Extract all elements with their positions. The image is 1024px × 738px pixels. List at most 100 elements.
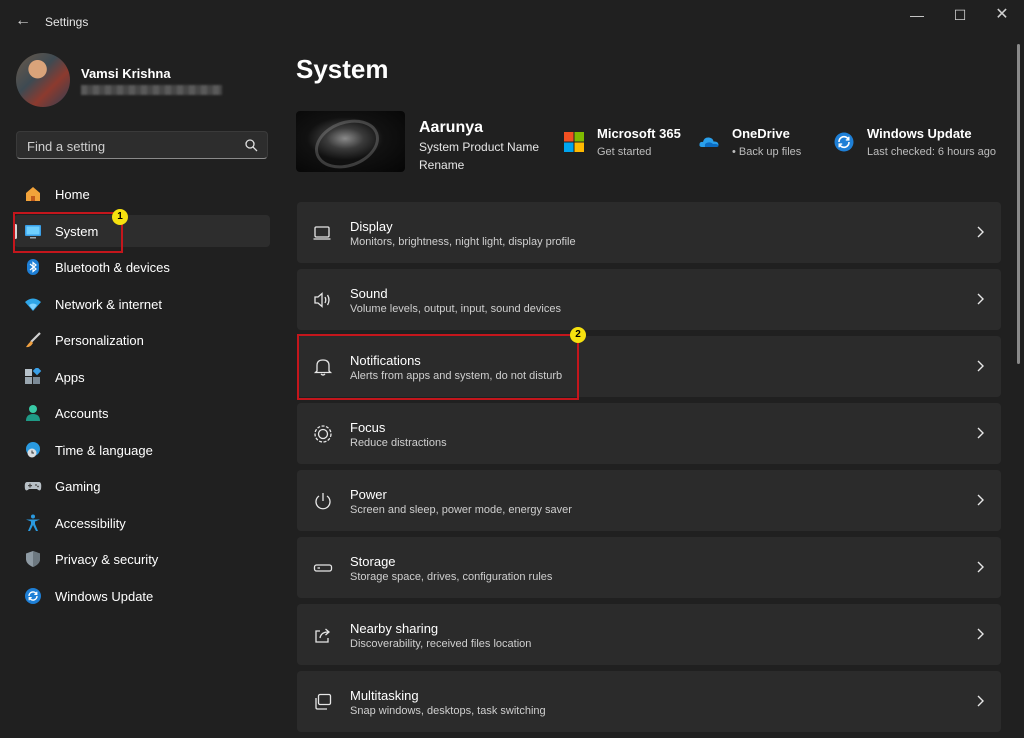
person-icon xyxy=(26,405,40,421)
card-title: Power xyxy=(350,487,387,502)
home-icon xyxy=(26,187,40,201)
settings-card-focus[interactable]: Focus Reduce distractions xyxy=(297,403,1001,464)
search-box[interactable] xyxy=(16,131,268,159)
sidebar-item-apps[interactable]: Apps xyxy=(14,361,270,393)
search-input[interactable] xyxy=(25,135,239,157)
card-title: Focus xyxy=(350,420,386,435)
step-badge-2: 2 xyxy=(570,327,586,343)
sidebar-item-label: Personalization xyxy=(55,333,144,348)
scrollbar[interactable] xyxy=(1017,44,1020,364)
card-title: Storage xyxy=(350,554,396,569)
card-subtitle: Discoverability, received files location xyxy=(350,638,532,650)
sidebar-item-privacy[interactable]: Privacy & security xyxy=(14,543,270,575)
quick-link-subtitle: Last checked: 6 hours ago xyxy=(867,146,997,158)
wifi-icon xyxy=(25,298,41,311)
device-name: Aarunya xyxy=(419,119,484,136)
card-title: Sound xyxy=(350,286,388,301)
back-button[interactable]: ← xyxy=(12,10,34,32)
accessibility-icon xyxy=(26,514,40,531)
card-subtitle: Volume levels, output, input, sound devi… xyxy=(350,303,561,315)
multitasking-icon xyxy=(315,693,332,710)
quick-link-title: Windows Update xyxy=(867,126,972,141)
onedrive-icon xyxy=(699,137,719,147)
sidebar-item-label: Network & internet xyxy=(55,296,162,312)
quick-link-subtitle: Get started xyxy=(597,146,652,158)
gamepad-icon xyxy=(24,482,42,491)
highlight-box-system xyxy=(13,212,123,253)
settings-card-nearby-sharing[interactable]: Nearby sharing Discoverability, received… xyxy=(297,604,1001,665)
globe-clock-icon xyxy=(26,441,40,457)
card-subtitle: Screen and sleep, power mode, energy sav… xyxy=(350,504,572,516)
sidebar-item-label: Windows Update xyxy=(55,588,154,604)
quick-link-onedrive[interactable]: OneDrive • Back up files xyxy=(698,126,813,162)
maximize-button[interactable]: ☐ xyxy=(940,4,980,26)
settings-list: Display Monitors, brightness, night ligh… xyxy=(297,202,1001,738)
chevron-right-icon xyxy=(977,360,984,372)
chevron-right-icon xyxy=(977,695,984,707)
shield-icon xyxy=(26,551,40,567)
sidebar-item-home[interactable]: Home xyxy=(14,178,270,210)
card-title: Nearby sharing xyxy=(350,621,439,636)
share-icon xyxy=(315,628,330,643)
bluetooth-icon xyxy=(27,259,39,275)
card-subtitle: Snap windows, desktops, task switching xyxy=(350,705,546,717)
quick-link-microsoft-365[interactable]: Microsoft 365 Get started xyxy=(563,126,688,162)
card-subtitle: Monitors, brightness, night light, displ… xyxy=(350,236,576,248)
sidebar-item-windows-update[interactable]: Windows Update xyxy=(14,580,270,612)
settings-card-power[interactable]: Power Screen and sleep, power mode, ener… xyxy=(297,470,1001,531)
sidebar-item-network[interactable]: Network & internet xyxy=(14,288,270,320)
sidebar-item-personalization[interactable]: Personalization xyxy=(14,324,270,356)
sidebar-item-gaming[interactable]: Gaming xyxy=(14,470,270,502)
sidebar-item-label: Bluetooth & devices xyxy=(55,260,170,275)
user-email-redacted xyxy=(81,85,222,95)
power-icon xyxy=(315,493,331,510)
windows-update-icon xyxy=(834,132,854,152)
speaker-icon xyxy=(314,292,330,308)
quick-link-windows-update[interactable]: Windows Update Last checked: 6 hours ago xyxy=(833,126,1003,162)
settings-card-display[interactable]: Display Monitors, brightness, night ligh… xyxy=(297,202,1001,263)
quick-link-subtitle: • Back up files xyxy=(732,146,802,158)
focus-icon xyxy=(314,425,332,443)
rename-link[interactable]: Rename xyxy=(419,158,464,172)
sidebar-item-accounts[interactable]: Accounts xyxy=(14,397,270,429)
brush-icon xyxy=(26,332,41,348)
quick-link-title: Microsoft 365 xyxy=(597,126,681,141)
page-title: System xyxy=(296,54,389,84)
microsoft-365-icon xyxy=(564,132,584,152)
chevron-right-icon xyxy=(977,628,984,640)
minimize-button[interactable]: — xyxy=(897,4,937,26)
sidebar-item-time-language[interactable]: Time & language xyxy=(14,434,270,466)
step-badge-1: 1 xyxy=(112,209,128,225)
storage-icon xyxy=(313,564,333,572)
display-icon xyxy=(313,226,331,240)
card-subtitle: Storage space, drives, configuration rul… xyxy=(350,571,553,583)
apps-icon xyxy=(25,367,42,384)
chevron-right-icon xyxy=(977,226,984,238)
sidebar-item-label: Gaming xyxy=(55,479,101,494)
settings-card-sound[interactable]: Sound Volume levels, output, input, soun… xyxy=(297,269,1001,330)
app-title: Settings xyxy=(45,15,89,29)
sidebar-item-bluetooth[interactable]: Bluetooth & devices xyxy=(14,251,270,283)
settings-card-multitasking[interactable]: Multitasking Snap windows, desktops, tas… xyxy=(297,671,1001,732)
chevron-right-icon xyxy=(977,494,984,506)
close-button[interactable]: ✕ xyxy=(982,4,1022,26)
sidebar-item-label: Privacy & security xyxy=(55,552,159,567)
highlight-box-notifications xyxy=(297,334,579,400)
chevron-right-icon xyxy=(977,293,984,305)
quick-link-title: OneDrive xyxy=(732,126,790,141)
sidebar-item-accessibility[interactable]: Accessibility xyxy=(14,507,270,539)
search-icon[interactable] xyxy=(244,138,258,152)
device-model: System Product Name xyxy=(419,140,540,154)
device-wallpaper-thumbnail xyxy=(296,111,405,172)
sidebar-item-label: Accessibility xyxy=(55,515,126,531)
user-name: Vamsi Krishna xyxy=(81,66,171,81)
settings-card-storage[interactable]: Storage Storage space, drives, configura… xyxy=(297,537,1001,598)
card-subtitle: Reduce distractions xyxy=(350,437,447,449)
sidebar-item-label: Home xyxy=(55,187,90,202)
chevron-right-icon xyxy=(977,561,984,573)
update-icon xyxy=(25,587,41,604)
card-title: Multitasking xyxy=(350,688,419,703)
title-bar: ← Settings — ☐ ✕ xyxy=(0,0,1024,44)
avatar[interactable] xyxy=(16,53,70,107)
sidebar-item-label: Time & language xyxy=(55,442,153,458)
